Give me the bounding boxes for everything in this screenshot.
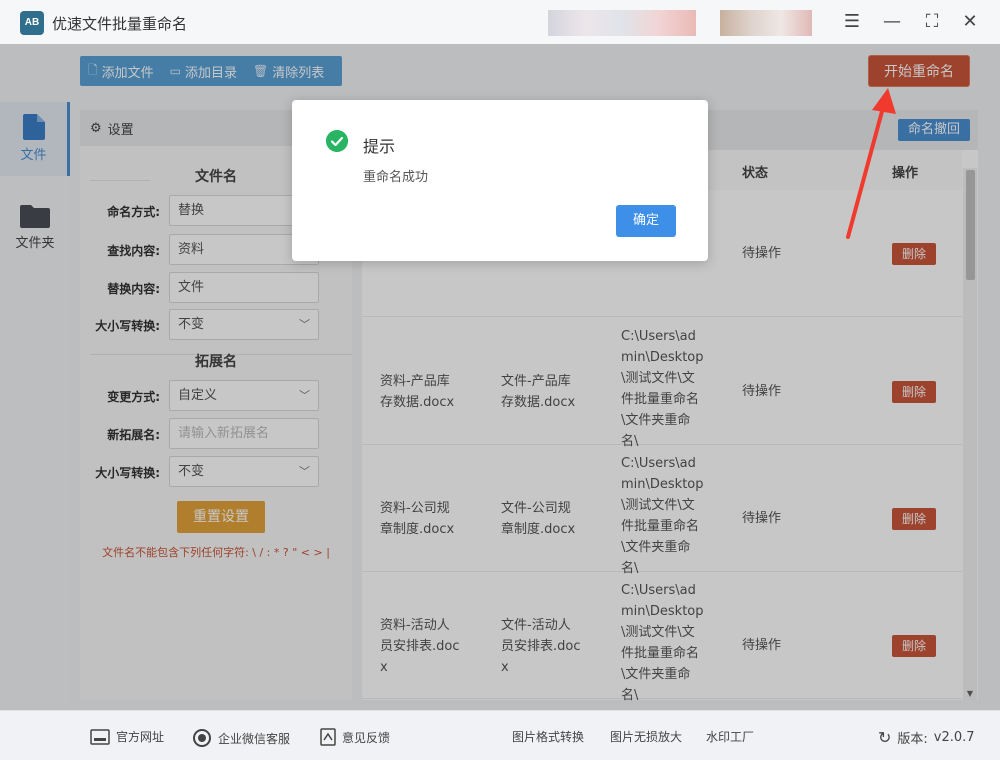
website-link[interactable]: 官方网址 bbox=[90, 728, 164, 745]
app-title: 优速文件批量重命名 bbox=[52, 15, 188, 33]
dialog-title: 提示 bbox=[363, 137, 396, 156]
maximize-icon[interactable]: ⛶ bbox=[920, 10, 944, 34]
wechat-label: 企业微信客服 bbox=[218, 731, 291, 746]
success-check-icon bbox=[326, 130, 348, 152]
dialog-message: 重命名成功 bbox=[363, 170, 429, 185]
feedback-icon bbox=[320, 728, 336, 746]
blurred-account-info bbox=[548, 10, 696, 36]
image-format-link[interactable]: 图片格式转换 bbox=[512, 728, 584, 745]
feedback-link[interactable]: 意见反馈 bbox=[320, 728, 390, 746]
watermark-label: 水印工厂 bbox=[706, 730, 755, 744]
version-value: v2.0.7 bbox=[933, 730, 975, 745]
success-dialog: 提示 重命名成功 确定 bbox=[292, 100, 708, 261]
image-format-label: 图片格式转换 bbox=[512, 730, 585, 744]
minimize-icon[interactable]: — bbox=[880, 10, 904, 34]
wechat-icon bbox=[193, 729, 211, 747]
menu-icon[interactable]: ☰ bbox=[840, 10, 864, 34]
app-logo: AB bbox=[20, 11, 44, 35]
title-bar: AB 优速文件批量重命名 ☰ — ⛶ ✕ bbox=[0, 0, 1000, 44]
footer: 官方网址 企业微信客服 意见反馈 图片格式转换 图片无损放大 水印工厂 ↻ 版本… bbox=[0, 710, 1000, 760]
wechat-service-link[interactable]: 企业微信客服 bbox=[192, 728, 290, 748]
image-enlarge-label: 图片无损放大 bbox=[610, 730, 683, 744]
refresh-icon[interactable]: ↻ bbox=[878, 728, 891, 747]
website-icon bbox=[90, 728, 110, 745]
watermark-link[interactable]: 水印工厂 bbox=[706, 728, 754, 745]
website-label: 官方网址 bbox=[116, 730, 165, 744]
blurred-avatar bbox=[720, 10, 812, 36]
close-icon[interactable]: ✕ bbox=[958, 10, 982, 34]
feedback-label: 意见反馈 bbox=[342, 730, 391, 745]
dialog-ok-button[interactable]: 确定 bbox=[616, 205, 676, 237]
annotation-arrow bbox=[846, 88, 896, 239]
version-info: ↻ 版本: v2.0.7 bbox=[878, 728, 975, 747]
image-enlarge-link[interactable]: 图片无损放大 bbox=[610, 728, 682, 745]
version-label: 版本: bbox=[897, 732, 928, 747]
